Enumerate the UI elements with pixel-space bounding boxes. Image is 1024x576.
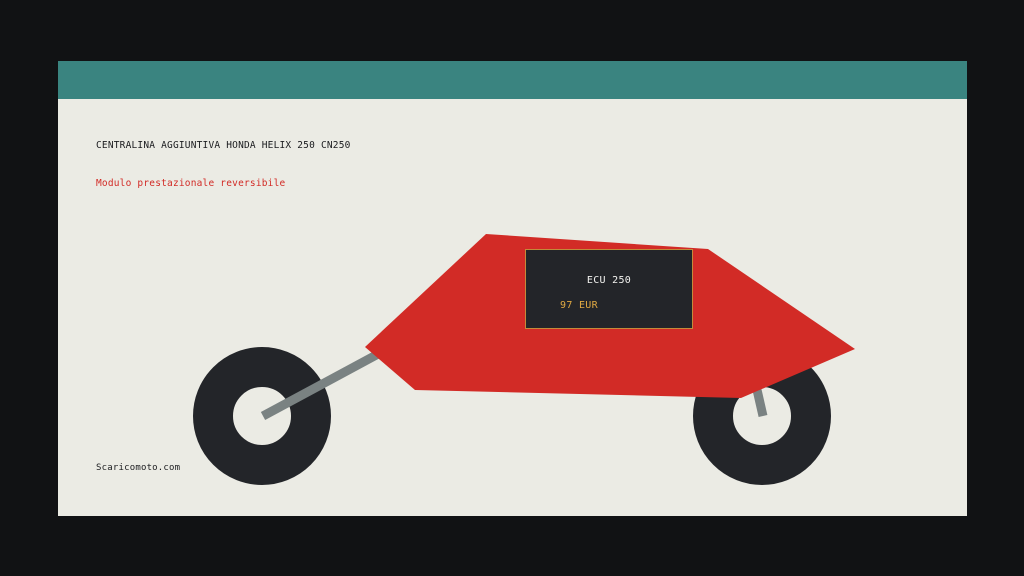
product-card: CENTRALINA AGGIUNTIVA HONDA HELIX 250 CN…	[58, 61, 967, 516]
rear-wheel	[193, 347, 331, 485]
product-price: 97 EUR	[560, 300, 598, 311]
price-tag: ECU 250 97 EUR	[525, 249, 693, 329]
product-code: ECU 250	[586, 275, 632, 286]
motorcycle-illustration	[193, 234, 855, 485]
site-credit: Scaricomoto.com	[96, 463, 181, 473]
